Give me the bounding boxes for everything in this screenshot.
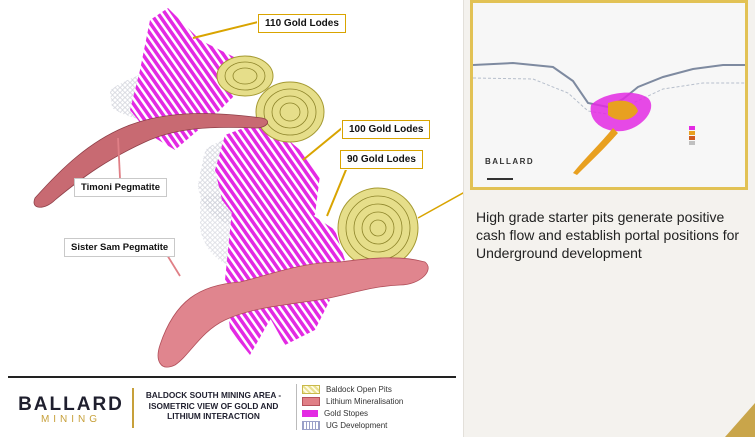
label-sister-sam-pegmatite: Sister Sam Pegmatite [64, 238, 176, 257]
callout-110-gold-lodes: 110 Gold Lodes [258, 14, 346, 33]
legend-item-open-pits: Baldock Open Pits [302, 383, 403, 395]
figure-caption: BALDOCK SOUTH MINING AREA - ISOMETRIC VI… [145, 390, 282, 421]
legend-label: Baldock Open Pits [326, 384, 392, 394]
pits-swatch-icon [302, 384, 320, 394]
cross-section-inset: BALLARD [470, 0, 748, 190]
legend-footer: BALLARD MINING BALDOCK SOUTH MINING AREA… [8, 376, 456, 434]
inset-logo: BALLARD [485, 157, 535, 166]
inset-legend-icon [689, 125, 695, 146]
lithium-swatch-icon [302, 396, 320, 406]
gold-swatch-icon [302, 409, 318, 417]
divider [296, 384, 297, 430]
callout-90-gold-lodes: 90 Gold Lodes [340, 150, 423, 169]
description-text: High grade starter pits generate positiv… [476, 209, 740, 261]
legend-label: UG Development [326, 420, 388, 430]
leader-110 [192, 21, 259, 39]
ballard-logo: BALLARD MINING [16, 394, 126, 425]
legend-item-gold-stopes: Gold Stopes [302, 407, 403, 419]
corner-accent [725, 403, 755, 437]
legend-item-lithium: Lithium Mineralisation [302, 395, 403, 407]
open-pit-south [337, 187, 419, 269]
legend: Baldock Open Pits Lithium Mineralisation… [302, 383, 403, 431]
brand-name: BALLARD [18, 394, 124, 415]
legend-label: Lithium Mineralisation [326, 396, 404, 406]
label-timoni-pegmatite: Timoni Pegmatite [74, 178, 168, 197]
ug-swatch-icon [302, 420, 320, 430]
leader-inset [417, 192, 463, 219]
callout-100-gold-lodes: 100 Gold Lodes [342, 120, 431, 139]
legend-item-ug-development: UG Development [302, 419, 403, 431]
legend-label: Gold Stopes [324, 408, 369, 418]
isometric-3d-model [33, 8, 463, 368]
divider [132, 388, 134, 428]
isometric-view-panel: 110 Gold Lodes 100 Gold Lodes 90 Gold Lo… [0, 0, 464, 437]
open-pit-north [216, 55, 325, 143]
